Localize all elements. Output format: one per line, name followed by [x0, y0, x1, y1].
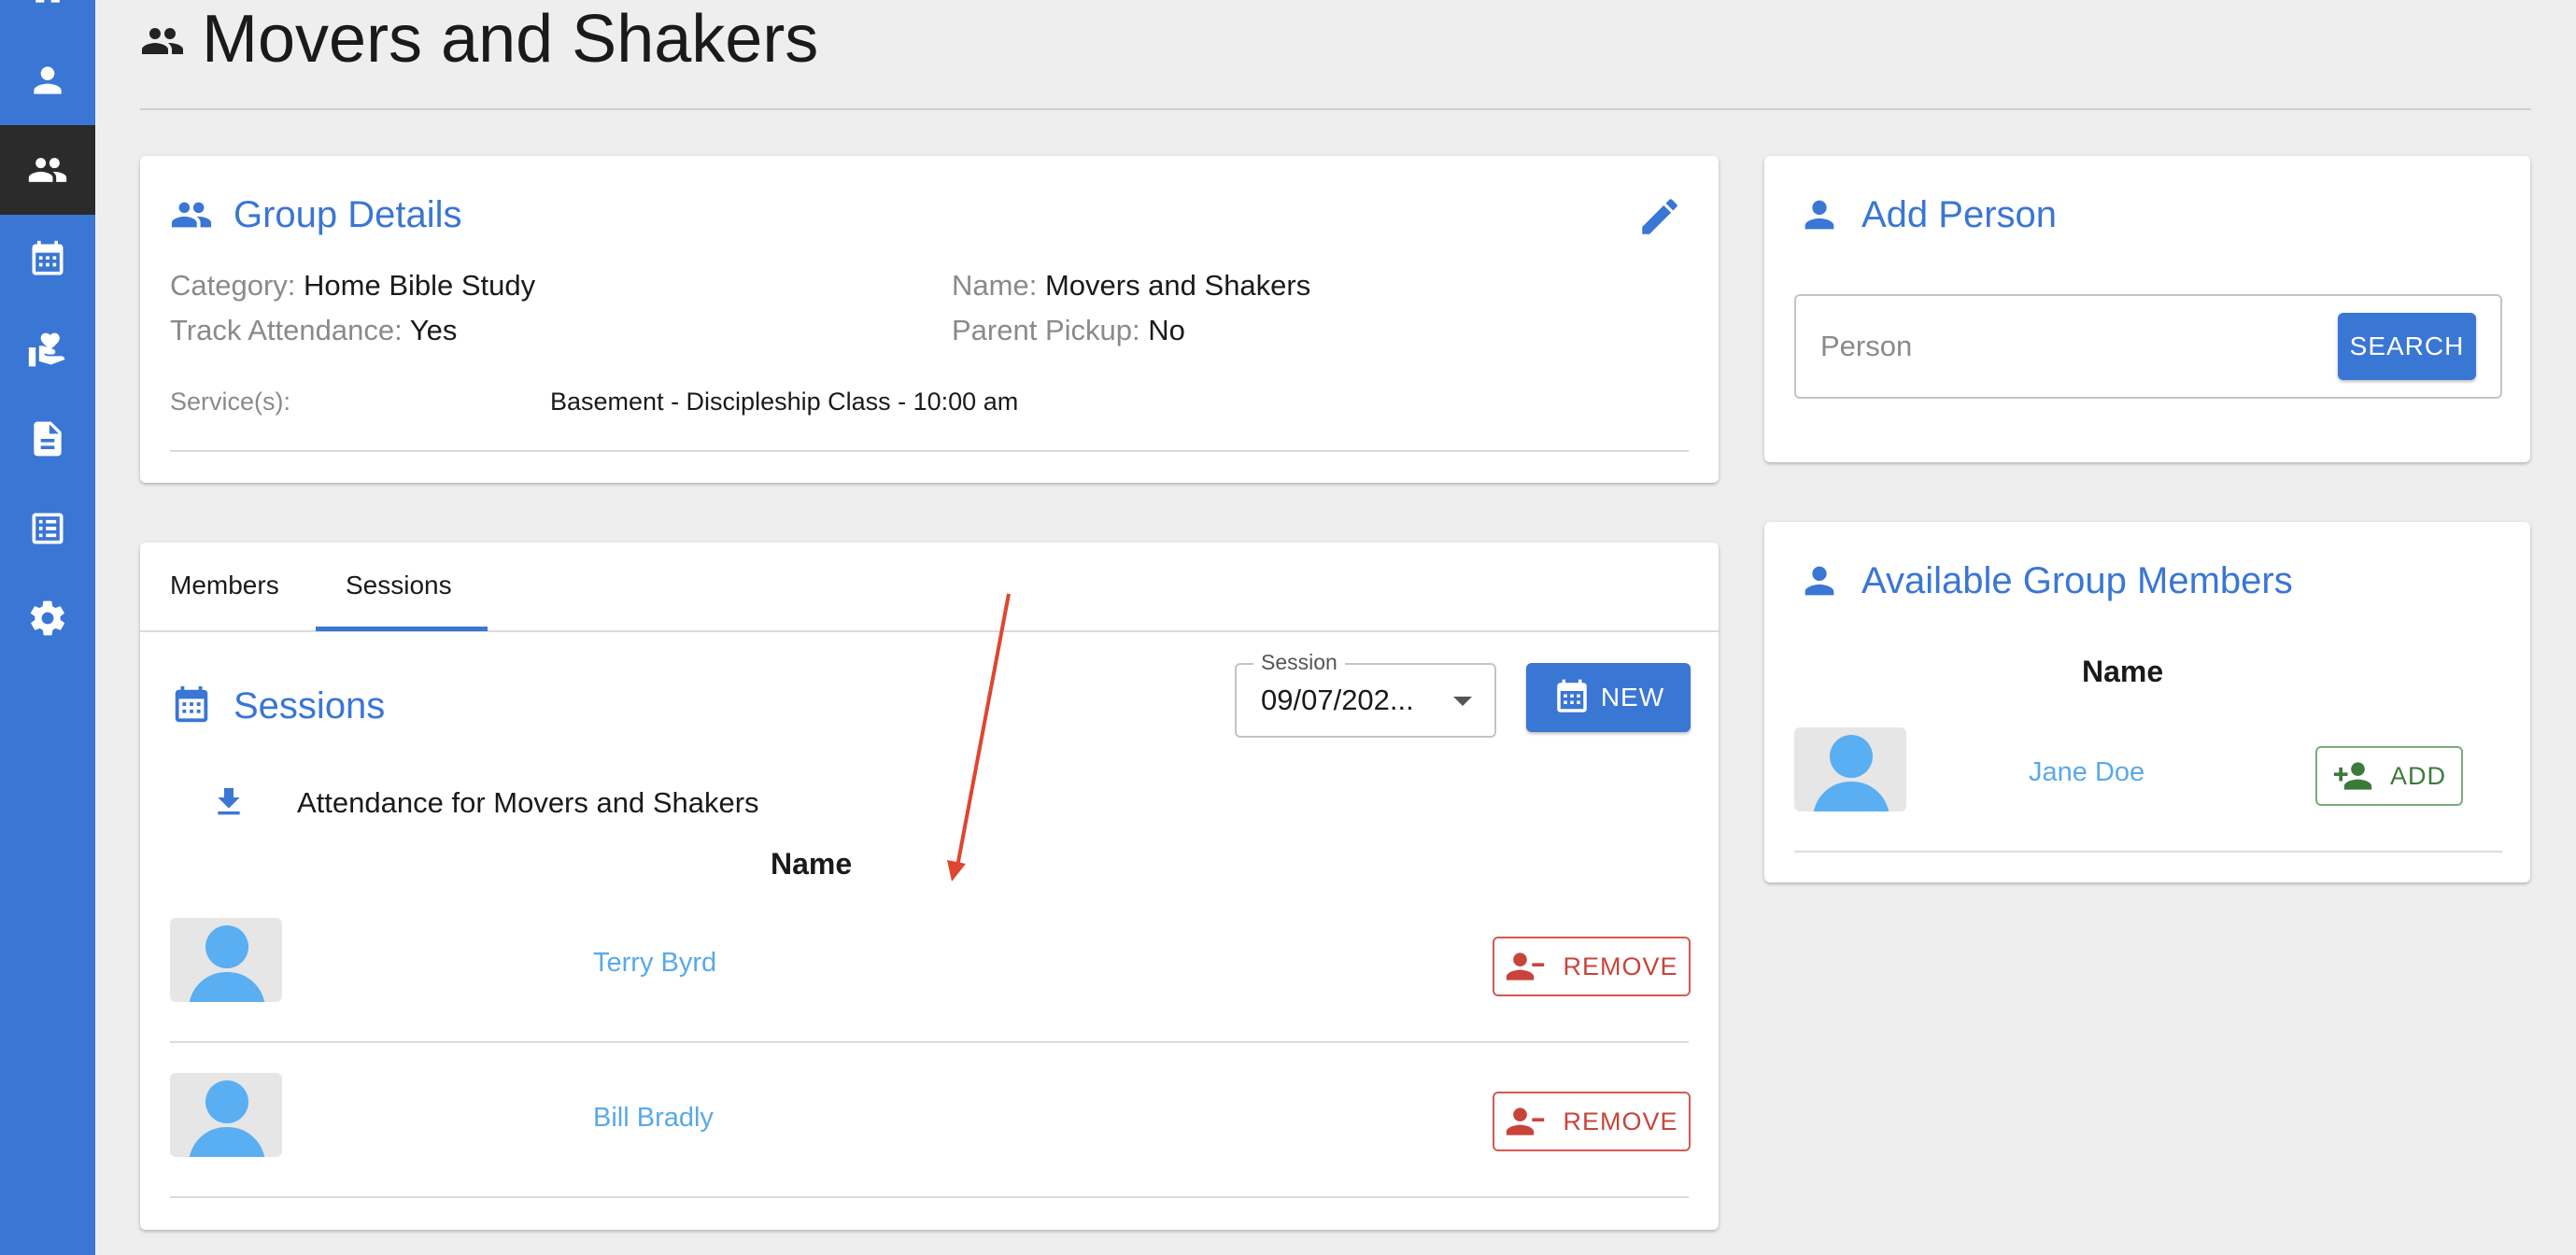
services-value: Basement - Discipleship Class - 10:00 am — [550, 388, 1019, 416]
available-members-title: Available Group Members — [1798, 559, 2293, 602]
name-value: Movers and Shakers — [1044, 269, 1311, 302]
download-icon[interactable] — [210, 783, 248, 825]
home-icon — [35, 0, 60, 3]
sidebar-item-groups[interactable] — [0, 125, 95, 215]
sidebar-item-people[interactable] — [0, 35, 95, 125]
page-title: Movers and Shakers — [202, 2, 819, 77]
add-person-title: Add Person — [1798, 193, 2057, 236]
new-session-button[interactable]: NEW — [1526, 663, 1691, 732]
add-button-label: ADD — [2389, 761, 2446, 790]
divider — [170, 450, 1689, 452]
row-divider — [170, 1196, 1689, 1198]
edit-icon[interactable] — [1636, 193, 1683, 240]
person-icon — [1805, 200, 1834, 230]
track-attendance-row: Track Attendance: Yes — [170, 314, 457, 347]
sessions-card: Members Sessions Sessions Session 09/07/… — [140, 543, 1719, 1230]
sidebar-item-forms[interactable] — [0, 394, 95, 484]
name-label: Name: — [952, 269, 1038, 302]
tab-bar: Members Sessions — [140, 543, 1719, 632]
groups-icon — [140, 19, 185, 63]
sidebar-item-attendance[interactable] — [0, 215, 95, 304]
sidebar-item-donations[interactable] — [0, 304, 95, 394]
track-attendance-label: Track Attendance: — [170, 314, 403, 346]
remove-button[interactable]: REMOVE — [1493, 1092, 1691, 1151]
services-label: Service(s): — [170, 388, 291, 416]
session-select-label: Session — [1253, 650, 1345, 675]
calendar-icon — [1557, 679, 1587, 712]
add-person-card: Add Person SEARCH — [1764, 156, 2530, 462]
chevron-down-icon — [1453, 697, 1472, 706]
avatar — [170, 1073, 282, 1157]
attendance-label: Attendance for Movers and Shakers — [297, 786, 759, 819]
remove-person-icon — [1507, 1107, 1545, 1135]
document-icon — [34, 421, 62, 457]
tab-members[interactable]: Members — [170, 571, 279, 600]
settings-icon — [30, 600, 64, 636]
page-header: Movers and Shakers — [140, 0, 2531, 110]
category-row: Category: Home Bible Study — [170, 269, 535, 303]
sidebar-item-home[interactable] — [0, 0, 95, 34]
sidebar-item-settings[interactable] — [0, 573, 95, 663]
person-search-box: SEARCH — [1794, 294, 2502, 399]
calendar-icon — [175, 685, 208, 723]
row-divider — [170, 1041, 1689, 1043]
row-divider — [1794, 851, 2502, 853]
new-session-button-label: NEW — [1600, 683, 1665, 712]
sidebar — [0, 0, 95, 1255]
list-icon — [32, 513, 64, 544]
parent-pickup-label: Parent Pickup: — [952, 314, 1140, 346]
person-icon — [1805, 566, 1834, 596]
add-person-title-text: Add Person — [1861, 193, 2058, 235]
available-members-card: Available Group Members Name Jane Doe AD… — [1764, 522, 2530, 882]
group-details-title: Group Details — [170, 193, 462, 236]
person-search-input[interactable] — [1820, 330, 2269, 363]
category-value: Home Bible Study — [304, 269, 536, 302]
member-name-link[interactable]: Jane Doe — [2029, 757, 2144, 788]
remove-button-label: REMOVE — [1563, 952, 1678, 980]
name-column-header: Name — [771, 847, 853, 881]
group-details-title-text: Group Details — [234, 193, 462, 235]
add-person-icon — [2333, 762, 2372, 790]
sessions-title-text: Sessions — [234, 684, 386, 726]
tab-active-indicator — [316, 627, 488, 631]
session-select[interactable]: Session 09/07/202... — [1235, 650, 1496, 738]
tab-sessions[interactable]: Sessions — [346, 571, 452, 600]
parent-pickup-value: No — [1148, 314, 1185, 346]
available-members-title-text: Available Group Members — [1861, 559, 2293, 601]
remove-button[interactable]: REMOVE — [1493, 937, 1691, 996]
calendar-icon — [32, 240, 64, 275]
parent-pickup-row: Parent Pickup: No — [952, 314, 1185, 347]
avatar — [170, 918, 282, 1002]
donations-icon — [28, 332, 65, 367]
groups-icon — [28, 158, 67, 182]
avatar — [1794, 727, 1906, 811]
name-row: Name: Movers and Shakers — [952, 269, 1310, 303]
member-name-link[interactable]: Terry Byrd — [593, 948, 716, 979]
sidebar-item-reports[interactable] — [0, 484, 95, 573]
session-select-value: 09/07/202... — [1261, 684, 1414, 716]
member-name-link[interactable]: Bill Bradly — [593, 1103, 714, 1134]
category-label: Category: — [170, 269, 296, 302]
remove-person-icon — [1507, 952, 1545, 980]
add-button[interactable]: ADD — [2315, 746, 2463, 806]
group-details-card: Group Details Category: Home Bible Study… — [140, 156, 1719, 483]
name-column-header: Name — [2082, 655, 2164, 688]
person-icon — [34, 66, 62, 94]
remove-button-label: REMOVE — [1563, 1107, 1678, 1135]
search-button[interactable]: SEARCH — [2338, 313, 2476, 380]
groups-icon — [171, 202, 212, 228]
sessions-title: Sessions — [170, 684, 385, 727]
track-attendance-value: Yes — [409, 314, 458, 346]
